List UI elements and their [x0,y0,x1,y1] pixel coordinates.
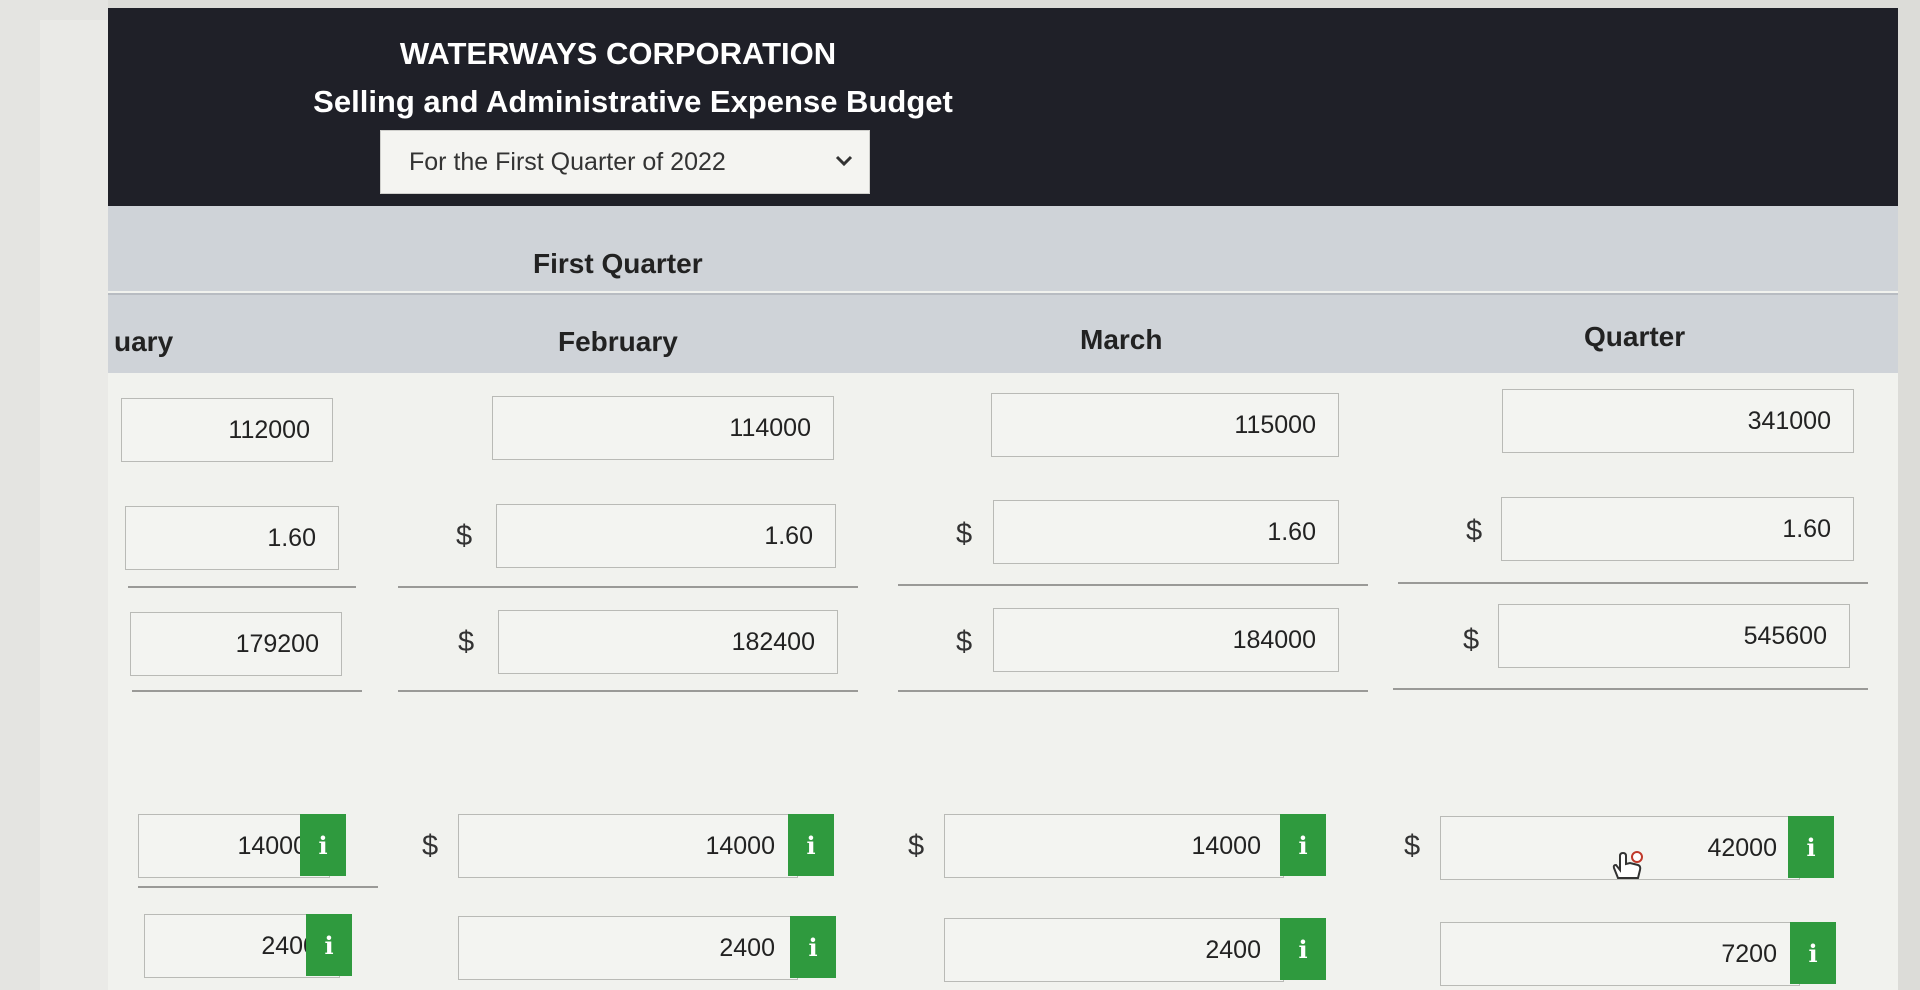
rate-quarter-field[interactable]: 1.60 [1501,497,1854,561]
underline [398,690,858,692]
currency-symbol: $ [956,518,973,550]
currency-symbol: $ [456,520,473,552]
rate-february-field[interactable]: 1.60 [496,504,836,568]
column-header-march: March [1080,324,1163,355]
info-icon[interactable]: i [1280,814,1326,876]
variable-february-field[interactable]: 182400 [498,610,838,674]
column-header-quarter: Quarter [1584,321,1686,352]
info-icon[interactable]: i [788,814,834,876]
underline [138,886,378,888]
currency-symbol: $ [956,626,973,658]
budget-sheet: WATERWAYS CORPORATION Selling and Admini… [108,8,1898,990]
currency-symbol: $ [1463,624,1480,656]
fixed1-february-field[interactable]: 14000 [458,814,798,878]
underline [128,586,356,588]
underline [1398,582,1868,584]
fixed2-march-field[interactable]: 2400 [944,918,1284,982]
variable-quarter-field[interactable]: 545600 [1498,604,1850,668]
column-group-label: First Quarter [533,248,703,279]
currency-symbol: $ [458,626,475,658]
info-icon[interactable]: i [1788,816,1834,878]
units-march-field[interactable]: 115000 [991,393,1339,457]
currency-symbol: $ [422,830,439,862]
units-january-field[interactable]: 112000 [121,398,333,462]
underline [898,690,1368,692]
fixed2-february-field[interactable]: 2400 [458,916,798,980]
column-header-february: February [558,326,678,357]
left-margin-panel [40,20,110,990]
fixed1-march-field[interactable]: 14000 [944,814,1284,878]
budget-title: Selling and Administrative Expense Budge… [313,84,953,119]
info-icon[interactable]: i [1790,922,1836,984]
period-select-value: For the First Quarter of 2022 [409,147,726,176]
variable-january-field[interactable]: 179200 [130,612,342,676]
rate-march-field[interactable]: 1.60 [993,500,1339,564]
info-icon[interactable]: i [300,814,346,876]
left-margin [0,0,110,990]
chevron-down-icon [835,155,853,167]
variable-march-field[interactable]: 184000 [993,608,1339,672]
currency-symbol: $ [908,830,925,862]
column-header-january: uary [114,326,174,357]
currency-symbol: $ [1466,515,1483,547]
period-select[interactable]: For the First Quarter of 2022 [380,130,870,194]
info-icon[interactable]: i [790,916,836,978]
info-icon[interactable]: i [1280,918,1326,980]
rate-january-field[interactable]: 1.60 [125,506,339,570]
underline [898,584,1368,586]
currency-symbol: $ [1404,830,1421,862]
underline [1393,688,1868,690]
underline [398,586,858,588]
info-icon[interactable]: i [306,914,352,976]
budget-header: WATERWAYS CORPORATION Selling and Admini… [108,8,1898,206]
units-quarter-field[interactable]: 341000 [1502,389,1854,453]
fixed2-quarter-field[interactable]: 7200 [1440,922,1800,986]
units-february-field[interactable]: 114000 [492,396,834,460]
column-group-band [108,206,1898,291]
company-name: WATERWAYS CORPORATION [399,36,837,71]
underline [132,690,362,692]
hand-pointer-icon [1612,851,1643,879]
